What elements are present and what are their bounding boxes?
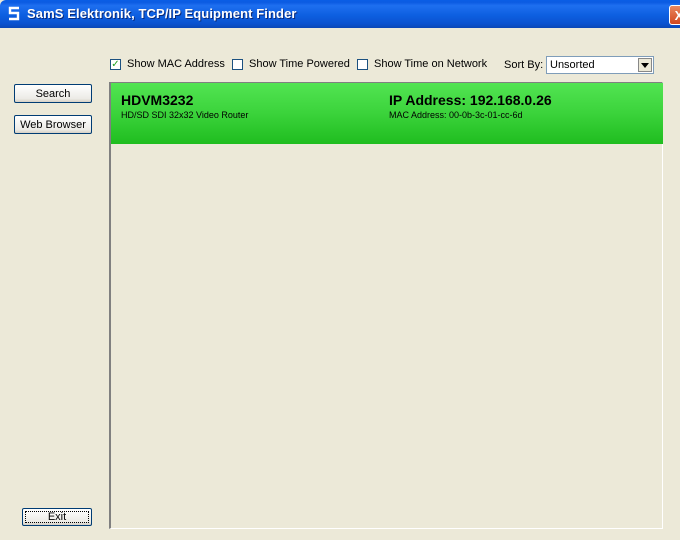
sams-logo-icon [8,6,20,21]
device-row[interactable]: HDVM3232 HD/SD SDI 32x32 Video Router IP… [111,83,663,144]
show-mac-checkbox[interactable]: ✓ Show MAC Address [110,58,225,70]
device-description: HD/SD SDI 32x32 Video Router [121,110,249,120]
device-list[interactable]: HDVM3232 HD/SD SDI 32x32 Video Router IP… [109,82,663,529]
device-mac-address: MAC Address: 00-0b-3c-01-cc-6d [389,110,523,120]
close-button[interactable]: X [669,5,680,25]
show-mac-label: Show MAC Address [127,58,225,70]
show-time-powered-label: Show Time Powered [249,58,350,70]
chevron-down-icon [641,62,649,68]
checkbox-unchecked-icon[interactable] [232,58,243,70]
device-name: HDVM3232 [121,92,194,108]
sort-by-value: Unsorted [550,59,595,71]
sort-by-label: Sort By: [504,59,544,71]
close-icon: X [674,7,680,23]
checkbox-checked-icon[interactable]: ✓ [110,58,121,70]
exit-button[interactable]: Exit [22,508,92,526]
show-time-network-label: Show Time on Network [374,58,488,70]
window-title: SamS Elektronik, TCP/IP Equipment Finder [27,6,297,21]
device-ip-address: IP Address: 192.168.0.26 [389,92,552,108]
search-button[interactable]: Search [14,84,92,103]
app-window: SamS Elektronik, TCP/IP Equipment Finder… [0,0,680,540]
title-bar[interactable]: SamS Elektronik, TCP/IP Equipment Finder… [0,0,680,28]
checkbox-unchecked-icon[interactable] [357,58,368,70]
dropdown-arrow[interactable] [638,58,652,72]
sort-by-select[interactable]: Unsorted [546,56,654,74]
show-time-network-checkbox[interactable]: Show Time on Network [357,58,487,70]
show-time-powered-checkbox[interactable]: Show Time Powered [232,58,350,70]
web-browser-button[interactable]: Web Browser [14,115,92,134]
